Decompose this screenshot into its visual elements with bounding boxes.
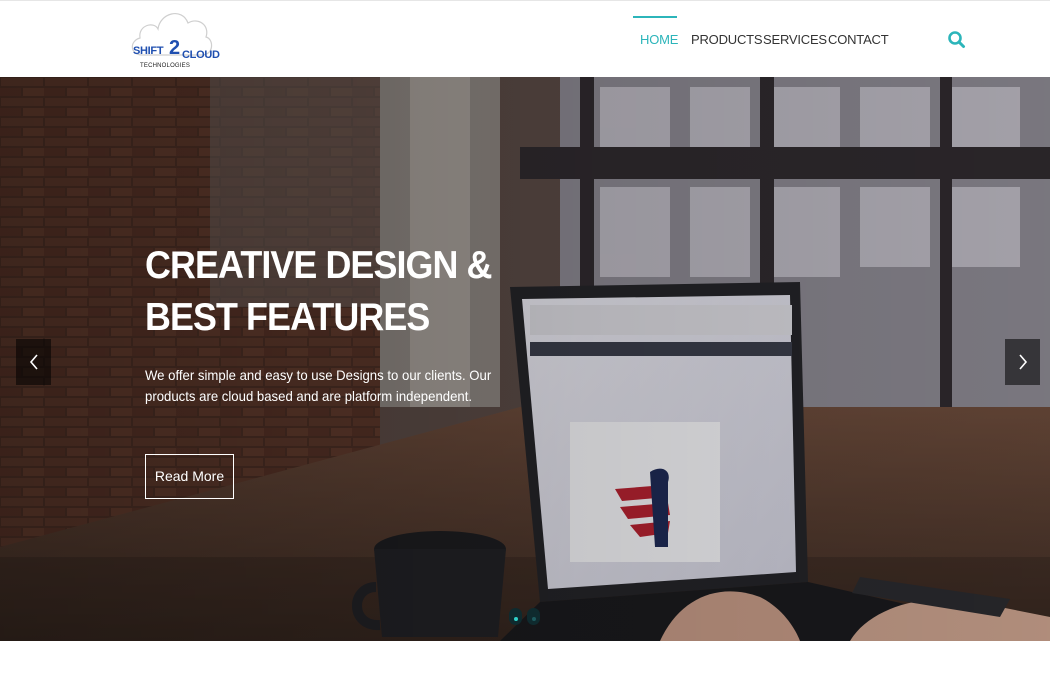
site-header: SHIFT 2 CLOUD TECHNOLOGIES HOME PRODUCTS…	[0, 0, 1050, 77]
slider-dot-1[interactable]	[509, 608, 522, 625]
search-button[interactable]	[947, 30, 967, 50]
site-logo[interactable]: SHIFT 2 CLOUD TECHNOLOGIES	[128, 5, 220, 73]
slider-pagination	[509, 608, 540, 626]
hero-title: CREATIVE DESIGN & BEST FEATURES	[145, 240, 531, 344]
hero-title-line-2: BEST FEATURES	[145, 296, 430, 339]
search-icon	[948, 31, 965, 48]
slider-dot-2[interactable]	[527, 608, 540, 625]
hero-slider: CREATIVE DESIGN & BEST FEATURES We offer…	[0, 77, 1050, 641]
logo-tagline: TECHNOLOGIES	[140, 63, 191, 69]
nav-item-products[interactable]: PRODUCTS	[691, 32, 763, 52]
nav-item-contact[interactable]: CONTACT	[828, 32, 889, 52]
nav-item-home[interactable]: HOME	[640, 32, 678, 52]
hero-overlay	[0, 77, 1050, 641]
logo-word-right: CLOUD	[182, 49, 220, 61]
chevron-left-icon	[29, 354, 38, 370]
hero-description: We offer simple and easy to use Designs …	[145, 367, 492, 404]
logo-digit: 2	[169, 37, 181, 59]
slider-prev-button[interactable]	[16, 339, 51, 385]
nav-active-indicator	[633, 16, 677, 18]
nav-item-services[interactable]: SERVICES	[763, 32, 827, 52]
chevron-right-icon	[1018, 354, 1027, 370]
hero-title-line-1: CREATIVE DESIGN &	[145, 244, 492, 287]
read-more-button[interactable]: Read More	[145, 454, 234, 499]
logo-word-left: SHIFT	[133, 45, 164, 57]
slider-next-button[interactable]	[1005, 339, 1040, 385]
